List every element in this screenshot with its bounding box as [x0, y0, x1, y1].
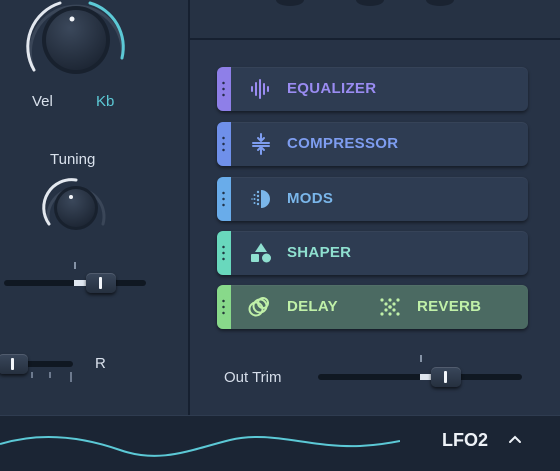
slot-label: EQUALIZER: [287, 80, 377, 97]
fx-slot-delay-reverb[interactable]: DELAY REVERB: [217, 285, 528, 329]
slot-drag-handle[interactable]: [217, 177, 231, 221]
compressor-icon: [252, 133, 270, 155]
knob-stub[interactable]: [276, 0, 304, 6]
knob-stub[interactable]: [356, 0, 384, 6]
slot-label: SHAPER: [287, 244, 352, 261]
vel-label: Vel: [32, 93, 53, 110]
fx-slot-equalizer[interactable]: EQUALIZER: [217, 67, 528, 111]
chevron-up-icon[interactable]: [508, 434, 522, 444]
out-trim-center-tick: [420, 355, 422, 362]
reverb-icon: [380, 298, 400, 316]
lfo-wave-preview: [0, 435, 400, 457]
slot-drag-handle[interactable]: [217, 122, 231, 166]
slot-drag-handle[interactable]: [217, 285, 231, 329]
slot-label-secondary: REVERB: [417, 298, 482, 315]
kb-label[interactable]: Kb: [96, 93, 114, 110]
velocity-knob[interactable]: [20, 0, 130, 90]
tuning-label: Tuning: [50, 151, 96, 168]
slot-label: MODS: [287, 190, 334, 207]
fx-slot-shaper[interactable]: SHAPER: [217, 231, 528, 275]
out-trim-label: Out Trim: [224, 369, 282, 386]
pan-ticks: [31, 372, 72, 382]
delay-icon: [248, 297, 269, 317]
pan-thumb[interactable]: [0, 354, 28, 374]
fx-slot-mods[interactable]: MODS: [217, 177, 528, 221]
slot-label: COMPRESSOR: [287, 135, 399, 152]
slider-center-tick: [74, 262, 76, 269]
out-trim-thumb[interactable]: [431, 367, 462, 387]
slot-drag-handle[interactable]: [217, 67, 231, 111]
knob-stub[interactable]: [426, 0, 454, 6]
slot-label: DELAY: [287, 298, 338, 315]
mods-icon: [251, 190, 270, 208]
r-label: R: [95, 355, 106, 372]
tuning-knob[interactable]: [40, 172, 112, 238]
equalizer-icon: [251, 79, 269, 99]
fine-tune-thumb[interactable]: [86, 273, 116, 293]
lfo-tab-label[interactable]: LFO2: [442, 430, 488, 451]
top-knobs: [276, 0, 454, 6]
shaper-icon: [251, 243, 271, 263]
fx-slot-compressor[interactable]: COMPRESSOR: [217, 122, 528, 166]
slot-drag-handle[interactable]: [217, 231, 231, 275]
